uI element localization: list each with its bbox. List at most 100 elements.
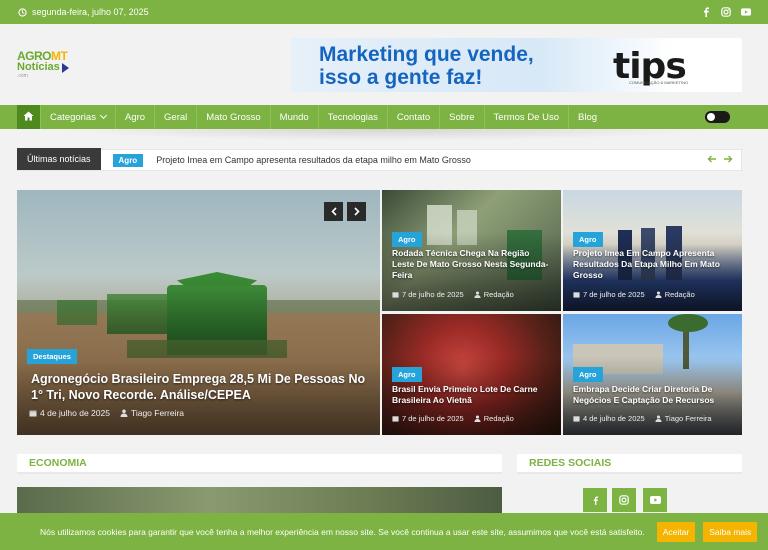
nav-blog[interactable]: Blog <box>569 105 606 129</box>
hero-author[interactable]: Tiago Ferreira <box>120 408 184 418</box>
nav-shadow <box>60 129 710 141</box>
section-economia-header: ECONOMIA <box>17 454 502 474</box>
card-meta: 7 de julho de 2025 Redação <box>392 290 514 299</box>
card-author-text: Tiago Ferreira <box>664 414 712 423</box>
ticker-label: Últimas notícias <box>17 148 101 170</box>
slider-prev-button[interactable] <box>324 202 343 221</box>
site-header: AGROMT Notícias .com Marketing que vende… <box>0 24 768 105</box>
main-nav: Categorias Agro Geral Mato Grosso Mundo … <box>0 105 768 129</box>
cookie-accept-button[interactable]: Aceitar <box>656 521 696 542</box>
card-author[interactable]: Redação <box>474 414 514 423</box>
date-display: segunda-feira, julho 07, 2025 <box>17 7 149 17</box>
section-redes-header: REDES SOCIAIS <box>517 454 742 474</box>
banner-line1: Marketing que vende, <box>319 43 534 66</box>
card-author[interactable]: Tiago Ferreira <box>655 414 712 423</box>
news-card[interactable]: Agro Embrapa Decide Criar Diretoria De N… <box>563 314 742 435</box>
card-author[interactable]: Redação <box>655 290 695 299</box>
toggle-knob <box>707 113 715 121</box>
card-author[interactable]: Redação <box>474 290 514 299</box>
card-category-badge[interactable]: Agro <box>392 232 422 247</box>
sidebar-facebook-button[interactable] <box>583 488 607 512</box>
nav-label: Termos De Uso <box>493 111 559 123</box>
site-logo[interactable]: AGROMT Notícias .com <box>17 50 79 88</box>
nav-label: Tecnologias <box>327 111 378 123</box>
card-meta: 4 de julho de 2025 Tiago Ferreira <box>573 414 712 423</box>
hero-slide[interactable]: Destaques Agronegócio Brasileiro Emprega… <box>17 190 380 435</box>
banner-text: Marketing que vende, isso a gente faz! <box>319 43 534 89</box>
cookie-text: Nós utilizamos cookies para garantir que… <box>40 526 645 537</box>
nav-contato[interactable]: Contato <box>388 105 441 129</box>
card-title[interactable]: Rodada Técnica Chega Na Região Leste De … <box>392 248 554 281</box>
banner-brand-sub: COMUNICAÇÃO & MARKETING <box>629 80 689 85</box>
ticker-arrows <box>707 154 733 166</box>
youtube-icon[interactable] <box>741 7 751 17</box>
hero-category-badge[interactable]: Destaques <box>27 349 77 364</box>
card-meta: 7 de julho de 2025 Redação <box>392 414 514 423</box>
calendar-icon <box>29 410 37 417</box>
news-card[interactable]: Agro Brasil Envia Primeiro Lote De Carne… <box>382 314 561 435</box>
card-title[interactable]: Embrapa Decide Criar Diretoria De Negóci… <box>573 384 735 406</box>
calendar-icon <box>392 292 399 298</box>
cookie-more-button[interactable]: Saiba mais <box>703 521 758 542</box>
youtube-icon <box>649 496 661 504</box>
arrow-right-icon[interactable] <box>723 154 733 166</box>
nav-geral[interactable]: Geral <box>155 105 198 129</box>
arrow-left-icon[interactable] <box>707 154 717 166</box>
card-date: 7 de julho de 2025 <box>392 414 464 423</box>
news-ticker: Últimas notícias Agro Projeto Imea em Ca… <box>17 148 742 171</box>
card-date: 7 de julho de 2025 <box>573 290 645 299</box>
hero-meta: 4 de julho de 2025 Tiago Ferreira <box>29 408 184 418</box>
card-date-text: 7 de julho de 2025 <box>402 414 464 423</box>
user-icon <box>655 415 662 422</box>
instagram-icon[interactable] <box>721 7 731 17</box>
user-icon <box>474 415 481 422</box>
nav-mato-grosso[interactable]: Mato Grosso <box>197 105 271 129</box>
nav-label: Blog <box>578 111 598 123</box>
calendar-icon <box>573 416 580 422</box>
hero-date-text: 4 de julho de 2025 <box>40 408 110 418</box>
nav-agro[interactable]: Agro <box>116 105 156 129</box>
banner-line2: isso a gente faz! <box>319 66 483 89</box>
nav-label: Geral <box>164 111 188 123</box>
nav-home[interactable] <box>17 105 41 129</box>
nav-label: Mato Grosso <box>206 111 261 123</box>
sidebar-instagram-button[interactable] <box>612 488 636 512</box>
nav-tecnologias[interactable]: Tecnologias <box>319 105 388 129</box>
card-category-badge[interactable]: Agro <box>573 232 603 247</box>
hero-author-text: Tiago Ferreira <box>130 408 185 418</box>
card-meta: 7 de julho de 2025 Redação <box>573 290 695 299</box>
ticker-headline[interactable]: Projeto Imea em Campo apresenta resultad… <box>156 155 471 165</box>
card-date: 7 de julho de 2025 <box>392 290 464 299</box>
card-category-badge[interactable]: Agro <box>392 367 422 382</box>
instagram-icon <box>619 495 629 505</box>
card-date-text: 4 de julho de 2025 <box>583 414 645 423</box>
slider-next-button[interactable] <box>347 202 366 221</box>
ad-banner[interactable]: Marketing que vende, isso a gente faz! t… <box>291 38 742 92</box>
card-category-badge[interactable]: Agro <box>573 367 603 382</box>
user-icon <box>474 291 481 298</box>
ticker-badge[interactable]: Agro <box>112 153 144 167</box>
user-icon <box>655 291 662 298</box>
user-icon <box>120 409 128 417</box>
facebook-icon[interactable] <box>701 7 711 17</box>
card-title[interactable]: Brasil Envia Primeiro Lote De Carne Bras… <box>392 384 554 406</box>
logo-noticias: Notícias <box>17 61 60 73</box>
top-social-links <box>701 7 751 17</box>
card-author-text: Redação <box>483 290 514 299</box>
nav-sobre[interactable]: Sobre <box>440 105 485 129</box>
nav-categorias[interactable]: Categorias <box>41 105 116 129</box>
news-card[interactable]: Agro Rodada Técnica Chega Na Região Lest… <box>382 190 561 311</box>
nav-label: Categorias <box>50 111 96 123</box>
nav-mundo[interactable]: Mundo <box>271 105 319 129</box>
date-text: segunda-feira, julho 07, 2025 <box>32 7 149 17</box>
card-date-text: 7 de julho de 2025 <box>402 290 464 299</box>
nav-termos[interactable]: Termos De Uso <box>485 105 569 129</box>
sidebar-youtube-button[interactable] <box>643 488 667 512</box>
dark-mode-toggle[interactable] <box>705 111 730 123</box>
calendar-icon <box>392 416 399 422</box>
home-icon <box>23 111 34 124</box>
facebook-icon <box>593 495 598 505</box>
hero-title[interactable]: Agronegócio Brasileiro Emprega 28,5 Mi D… <box>31 371 371 403</box>
card-title[interactable]: Projeto Imea Em Campo Apresenta Resultad… <box>573 248 735 281</box>
news-card[interactable]: Agro Projeto Imea Em Campo Apresenta Res… <box>563 190 742 311</box>
